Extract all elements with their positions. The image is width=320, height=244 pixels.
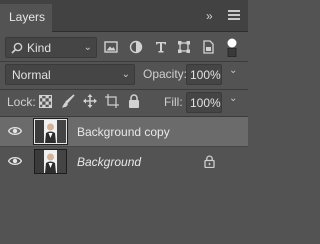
lock-all-icon[interactable] <box>128 94 140 109</box>
layer-name[interactable]: Background <box>77 155 141 169</box>
blending-bar: Normal ⌄ Opacity: 100% ⌄ <box>0 61 248 89</box>
filter-toggle-icon[interactable] <box>226 38 238 58</box>
layer-row-background-copy[interactable]: Background copy <box>0 117 248 146</box>
lock-artboard-icon[interactable] <box>105 94 119 108</box>
search-icon <box>11 42 23 54</box>
visibility-eye-icon[interactable] <box>8 156 22 166</box>
layer-row-background[interactable]: Background <box>0 146 248 175</box>
visibility-eye-icon[interactable] <box>8 126 22 136</box>
layer-thumbnail <box>34 149 67 174</box>
panel-header: Layers » <box>0 0 248 32</box>
filter-bar: Kind ⌄ <box>0 33 248 61</box>
lock-image-pixels-icon[interactable] <box>61 94 75 109</box>
fill-field[interactable]: 100% <box>186 92 222 113</box>
pixel-layer-filter-icon[interactable] <box>104 40 118 54</box>
lock-bar: Lock: Fill: 100% ⌄ <box>0 89 248 116</box>
blend-mode-value: Normal <box>12 68 51 82</box>
layers-tab[interactable]: Layers <box>0 4 52 32</box>
layer-thumbnail <box>33 118 68 145</box>
fill-chevron-icon[interactable]: ⌄ <box>229 93 237 104</box>
collapse-panel-icon[interactable]: » <box>206 9 213 23</box>
panel-menu-icon[interactable] <box>228 10 240 20</box>
layer-lock-icon[interactable] <box>204 155 215 168</box>
lock-transparent-pixels-icon[interactable] <box>39 95 52 108</box>
lock-label: Lock: <box>7 95 36 109</box>
chevron-down-icon: ⌄ <box>121 69 130 80</box>
smart-object-filter-icon[interactable] <box>201 40 215 54</box>
blend-mode-dropdown[interactable]: Normal ⌄ <box>5 64 135 85</box>
kind-filter-label: Kind <box>27 41 52 55</box>
fill-label: Fill: <box>164 95 183 109</box>
layer-name[interactable]: Background copy <box>77 125 170 139</box>
chevron-down-icon: ⌄ <box>83 42 92 53</box>
opacity-field[interactable]: 100% <box>186 64 222 85</box>
kind-filter-dropdown[interactable]: Kind ⌄ <box>5 37 97 58</box>
opacity-label: Opacity: <box>143 67 188 81</box>
type-layer-filter-icon[interactable] <box>154 40 168 54</box>
lock-position-icon[interactable] <box>83 94 97 108</box>
shape-layer-filter-icon[interactable] <box>177 40 191 54</box>
adjustment-layer-filter-icon[interactable] <box>129 40 143 54</box>
opacity-chevron-icon[interactable]: ⌄ <box>229 65 237 76</box>
layers-list: Background copy Background <box>0 117 248 244</box>
